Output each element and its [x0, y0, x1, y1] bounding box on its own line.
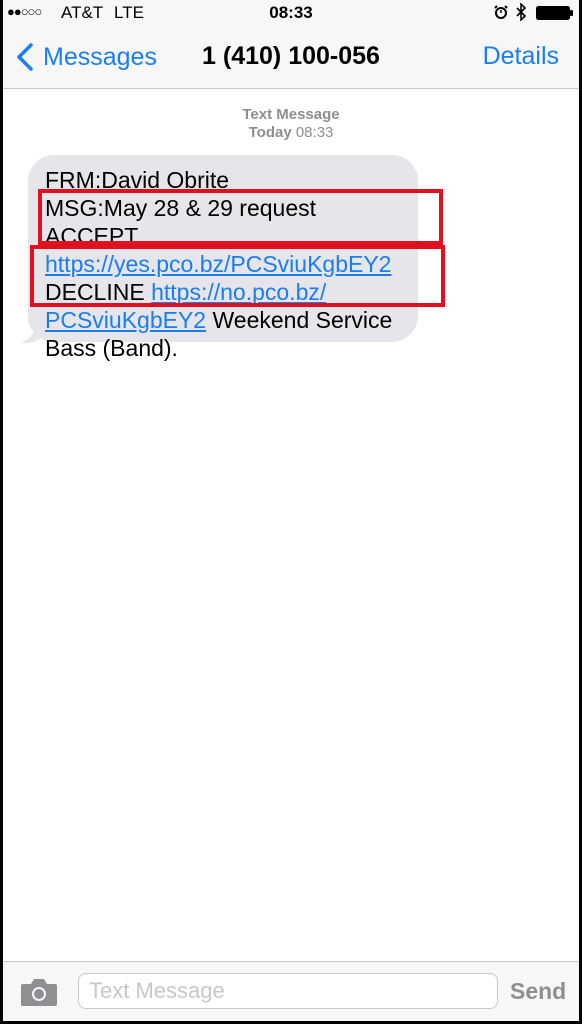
status-clock: 08:33	[269, 3, 313, 22]
decline-link-part1[interactable]: https://no.pco.bz/	[151, 279, 326, 305]
camera-icon[interactable]	[20, 977, 58, 1007]
send-button[interactable]: Send	[510, 978, 566, 1005]
decline-label: DECLINE	[45, 279, 145, 305]
navigation-bar: Messages 1 (410) 100-056 Details	[3, 28, 579, 89]
message-last-line: Bass (Band).	[45, 335, 178, 361]
accept-link[interactable]: https://yes.pco.bz/PCSviuKgbEY2	[45, 251, 391, 277]
message-timestamp: Text Message Today 08:33	[3, 106, 579, 142]
details-button[interactable]: Details	[483, 42, 559, 71]
message-request-line: MSG:May 28 & 29 request ACCEPT	[45, 195, 317, 249]
status-bar: ●●○○○ AT&T LTE 08:33	[3, 0, 579, 28]
decline-link-part2[interactable]: PCSviuKgbEY2	[45, 307, 206, 333]
bluetooth-icon	[516, 3, 527, 21]
message-sender-line: FRM:David Obrite	[45, 167, 230, 193]
timestamp-time: 08:33	[295, 124, 334, 141]
alarm-icon	[494, 5, 508, 19]
message-input-bar: Send	[3, 961, 579, 1021]
message-service-text: Weekend Service	[212, 307, 393, 333]
messages-screen: ●●○○○ AT&T LTE 08:33 Messages 1 (410) 10…	[3, 0, 579, 1021]
timestamp-label: Text Message	[242, 106, 340, 123]
timestamp-day: Today	[248, 124, 292, 141]
received-message-bubble[interactable]: FRM:David Obrite MSG:May 28 & 29 request…	[28, 155, 418, 361]
battery-icon	[536, 6, 573, 20]
message-text-input[interactable]	[78, 973, 498, 1009]
